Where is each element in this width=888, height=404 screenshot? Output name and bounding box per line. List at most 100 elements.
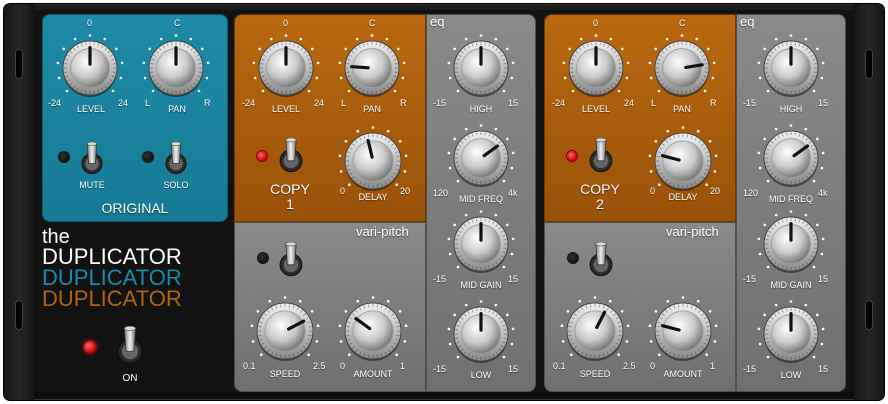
eq-midfreq-label: MID FREQ [459,194,503,204]
power-toggle[interactable] [116,324,144,368]
eq-midgain-min-tick: -15 [433,274,447,284]
eq-low-label: LOW [780,370,802,380]
eq-low-max-tick: 15 [508,364,519,374]
eq-midfreq-min-tick: 120 [433,188,449,198]
pan-knob[interactable] [338,34,406,102]
original-title: ORIGINAL [101,200,169,216]
copy-title: COPY [270,181,310,197]
pan-top-tick: C [369,18,376,28]
eq-midfreq-knob[interactable] [447,124,515,192]
solo-toggle[interactable] [164,140,188,178]
delay-max-tick: 20 [400,186,411,196]
delay-min-tick: 0 [340,186,346,196]
eq-high-min-tick: -15 [433,98,447,108]
varipitch-toggle[interactable] [588,240,614,280]
pan-max-tick: R [710,98,717,108]
level-knob[interactable] [562,34,630,102]
mute-label: MUTE [79,180,105,190]
speed-label: SPEED [269,369,301,379]
eq-high-max-tick: 15 [818,98,829,108]
copy-number: 2 [596,196,604,212]
brand-logo: the DUPLICATOR DUPLICATOR DUPLICATOR [42,227,182,311]
level-label: LEVEL [76,104,106,114]
level-max-tick: 24 [118,98,129,108]
delay-knob[interactable] [648,126,718,196]
copy-title: COPY [580,181,620,197]
speed-label: SPEED [579,369,611,379]
eq-low-knob[interactable] [447,300,515,368]
eq-low-knob[interactable] [757,300,825,368]
varipitch-toggle[interactable] [278,240,304,280]
eq-midfreq-label: MID FREQ [769,194,813,204]
copy-toggle[interactable] [588,136,614,176]
level-top-tick: 0 [283,18,289,28]
eq-midgain-label: MID GAIN [770,280,812,290]
speed-min-tick: 0.1 [243,361,256,371]
mute-toggle[interactable] [80,140,104,178]
eq-midgain-max-tick: 15 [818,274,829,284]
speed-max-tick: 2.5 [623,361,636,371]
eq-high-knob[interactable] [757,34,825,102]
delay-max-tick: 20 [710,186,721,196]
brand-line-1: DUPLICATOR [42,244,182,269]
eq-midgain-label: MID GAIN [460,280,502,290]
delay-min-tick: 0 [650,186,656,196]
pan-label: PAN [168,104,186,114]
eq-midfreq-knob[interactable] [757,124,825,192]
rack-slot [15,300,23,330]
amount-label: AMOUNT [663,369,703,379]
level-max-tick: 24 [624,98,635,108]
delay-knob[interactable] [338,126,408,196]
copy-toggle[interactable] [278,136,304,176]
varipitch-title: vari-pitch [666,224,719,239]
solo-led [143,152,153,162]
pan-max-tick: R [204,98,211,108]
amount-knob[interactable] [648,296,718,366]
level-knob[interactable] [252,34,320,102]
level-knob[interactable] [56,34,124,102]
level-min-tick: -24 [48,98,62,108]
eq-low-label: LOW [470,370,492,380]
eq-midgain-knob[interactable] [447,210,515,278]
solo-label: SOLO [163,180,189,190]
pan-max-tick: R [400,98,407,108]
varipitch-led [568,253,578,263]
eq-title: eq [430,14,445,29]
eq-title: eq [740,14,755,29]
pan-label: PAN [363,104,381,114]
brand-line-3: DUPLICATOR [42,286,182,311]
eq-midfreq-max-tick: 4k [508,188,518,198]
eq-high-label: HIGH [779,104,803,114]
copy-led [257,151,267,161]
pan-knob[interactable] [142,34,210,102]
eq-midgain-min-tick: -15 [743,274,757,284]
pan-min-tick: L [145,98,151,108]
rack-ear-right [854,4,884,400]
amount-min-tick: 0 [340,361,346,371]
eq-high-knob[interactable] [447,34,515,102]
amount-max-tick: 1 [710,361,716,371]
level-top-tick: 0 [593,18,599,28]
delay-label: DELAY [358,192,388,202]
power-led [84,341,96,353]
eq-midgain-max-tick: 15 [508,274,519,284]
eq-midgain-knob[interactable] [757,210,825,278]
pan-knob[interactable] [648,34,716,102]
eq-low-min-tick: -15 [433,364,447,374]
speed-knob[interactable] [560,296,630,366]
level-min-tick: -24 [552,98,566,108]
level-label: LEVEL [581,104,611,114]
eq-midfreq-min-tick: 120 [743,188,759,198]
varipitch-title: vari-pitch [356,224,409,239]
pan-label: PAN [673,104,691,114]
speed-knob[interactable] [250,296,320,366]
amount-knob[interactable] [338,296,408,366]
copy-led [567,151,577,161]
speed-max-tick: 2.5 [313,361,326,371]
eq-low-min-tick: -15 [743,364,757,374]
varipitch-led [258,253,268,263]
level-min-tick: -24 [242,98,256,108]
speed-min-tick: 0.1 [553,361,566,371]
delay-label: DELAY [668,192,698,202]
pan-min-tick: L [651,98,657,108]
